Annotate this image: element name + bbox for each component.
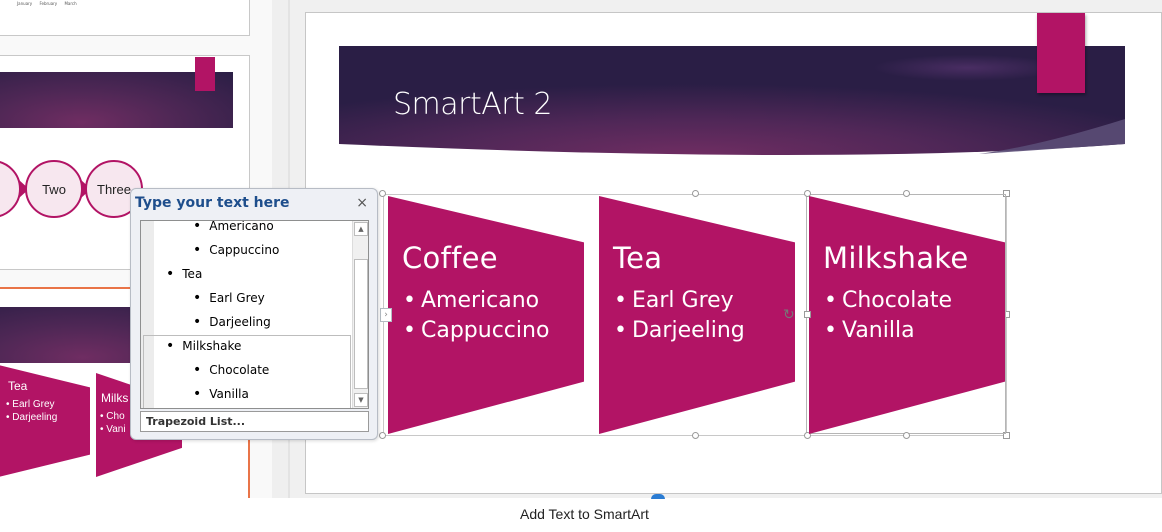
text-pane-list[interactable]: Americano Cappuccino Tea Earl Grey Darjeelin… bbox=[140, 220, 369, 409]
text-pane-line[interactable]: Cappuccino bbox=[193, 242, 279, 258]
mini-trapezoid: Tea • Earl Grey • Darjeeling bbox=[0, 361, 90, 481]
legend-item: February bbox=[39, 1, 58, 6]
scroll-up-icon[interactable]: ▲ bbox=[354, 222, 368, 236]
text-pane-line[interactable]: Americano bbox=[193, 221, 273, 234]
text-pane-line[interactable]: Earl Grey bbox=[193, 290, 264, 306]
scroll-down-icon[interactable]: ▼ bbox=[354, 393, 368, 407]
trapezoid-fill bbox=[809, 196, 1005, 434]
text-pane-line[interactable]: Chocolate bbox=[193, 362, 269, 378]
powerpoint-window: January February March Two Three Tea • E… bbox=[0, 0, 1162, 532]
close-icon[interactable]: × bbox=[356, 195, 368, 211]
trapezoid-bullet[interactable]: Chocolate bbox=[824, 288, 952, 313]
text-pane-line[interactable]: Milkshake bbox=[166, 338, 241, 354]
trapezoid-bullet[interactable]: Americano bbox=[403, 288, 539, 313]
text-pane-toggle-button[interactable]: › bbox=[380, 308, 392, 322]
chart-legend-mini: January February March bbox=[17, 1, 83, 6]
resize-handle[interactable] bbox=[379, 190, 386, 197]
trapezoid-title[interactable]: Coffee bbox=[402, 241, 498, 275]
scrollbar-thumb[interactable] bbox=[354, 259, 368, 389]
process-circle: Two bbox=[25, 160, 83, 218]
text-pane-line[interactable]: Darjeeling bbox=[193, 314, 271, 330]
trapezoid-bullet[interactable]: Cappuccino bbox=[403, 318, 549, 343]
trapezoid-title[interactable]: Milkshake bbox=[823, 241, 969, 275]
trapezoid-title[interactable]: Tea bbox=[613, 241, 662, 275]
trapezoid-shape[interactable]: Milkshake Chocolate Vanilla bbox=[809, 196, 1005, 434]
slide-thumbnail-chart[interactable]: January February March bbox=[0, 0, 250, 36]
layout-name-link[interactable]: Trapezoid List... bbox=[140, 411, 369, 432]
trapezoid-fill bbox=[388, 196, 584, 434]
mini-accent-tab bbox=[195, 57, 215, 91]
scroll-position-indicator bbox=[651, 494, 665, 499]
trapezoid-bullet[interactable]: Vanilla bbox=[824, 318, 915, 343]
resize-handle[interactable] bbox=[379, 432, 386, 439]
trapezoid-bullet[interactable]: Earl Grey bbox=[614, 288, 734, 313]
text-pane-title: Type your text here bbox=[135, 195, 290, 211]
trapezoid-bullet[interactable]: Darjeeling bbox=[614, 318, 745, 343]
legend-item: January bbox=[17, 1, 33, 6]
process-circle bbox=[0, 160, 21, 218]
legend-item: March bbox=[64, 1, 77, 6]
resize-handle[interactable] bbox=[804, 311, 811, 318]
rotate-handle-icon[interactable]: ↻ bbox=[783, 307, 795, 323]
slide-title[interactable]: SmartArt 2 bbox=[393, 87, 553, 122]
trapezoid-shape[interactable]: Tea Earl Grey Darjeeling bbox=[599, 196, 795, 434]
smartart-text-pane: Type your text here × Americano Cappuccin… bbox=[130, 188, 378, 440]
accent-tab bbox=[1037, 13, 1085, 93]
text-pane-scrollbar[interactable]: ▲ ▼ bbox=[352, 221, 368, 408]
trapezoid-fill bbox=[599, 196, 795, 434]
text-pane-line[interactable]: Vanilla bbox=[193, 386, 249, 402]
trapezoid-shape[interactable]: Coffee Americano Cappuccino bbox=[388, 196, 584, 434]
text-pane-line[interactable]: Tea bbox=[166, 266, 202, 282]
